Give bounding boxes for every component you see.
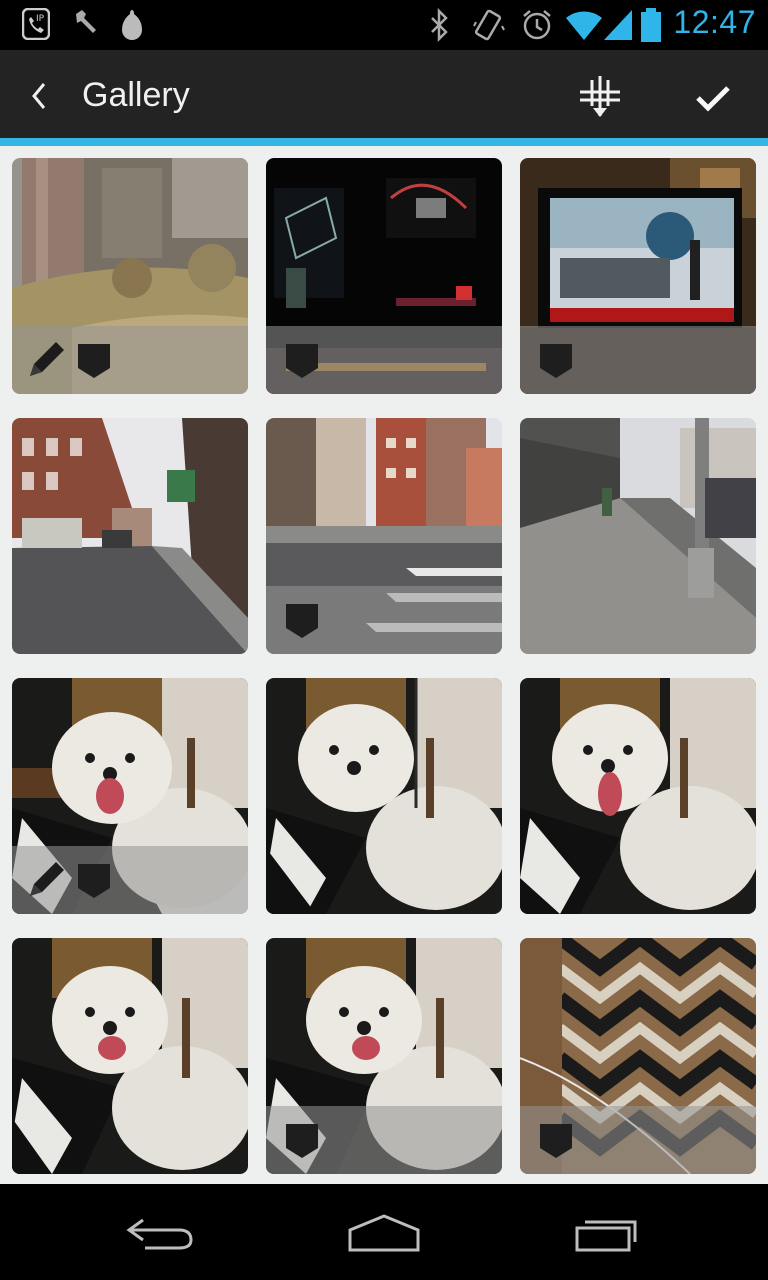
photo-dog bbox=[266, 678, 502, 914]
wrench-icon bbox=[76, 10, 96, 33]
photo-overlay-bar bbox=[266, 1106, 502, 1174]
tag-icon bbox=[78, 344, 110, 378]
photo-thumbnail-9[interactable] bbox=[520, 678, 756, 914]
tag-icon bbox=[286, 344, 318, 378]
photo-overlay-bar bbox=[520, 326, 756, 394]
clock: 12:47 bbox=[673, 4, 756, 40]
photo-sidewalk bbox=[520, 418, 756, 654]
wifi-icon bbox=[566, 11, 602, 40]
photo-thumbnail-5[interactable] bbox=[266, 418, 502, 654]
pear-icon bbox=[122, 10, 142, 40]
photo-thumbnail-12[interactable] bbox=[520, 938, 756, 1174]
photo-overlay-bar bbox=[520, 1106, 756, 1174]
nav-recent-apps-button[interactable] bbox=[565, 1208, 655, 1258]
photo-thumbnail-1[interactable] bbox=[12, 158, 248, 394]
vibrate-icon bbox=[473, 9, 505, 41]
svg-text:IP: IP bbox=[36, 14, 45, 24]
action-bar-accent-line bbox=[0, 138, 768, 146]
photo-thumbnail-10[interactable] bbox=[12, 938, 248, 1174]
gallery-screen: IP 12:47 Gallery bbox=[0, 0, 768, 1280]
page-title: Gallery bbox=[82, 76, 190, 114]
tag-icon bbox=[286, 604, 318, 638]
signal-icon bbox=[604, 10, 632, 40]
photo-thumbnail-2[interactable] bbox=[266, 158, 502, 394]
back-nav-icon bbox=[126, 1218, 193, 1250]
voip-icon: IP bbox=[22, 8, 50, 40]
photo-thumbnail-11[interactable] bbox=[266, 938, 502, 1174]
photo-thumbnail-4[interactable] bbox=[12, 418, 248, 654]
photo-overlay-bar bbox=[266, 326, 502, 394]
sort-button[interactable] bbox=[570, 70, 630, 126]
tag-icon bbox=[540, 1124, 572, 1158]
photo-thumbnail-8[interactable] bbox=[266, 678, 502, 914]
recent-apps-icon bbox=[575, 1220, 637, 1252]
sort-icon bbox=[580, 76, 620, 117]
edit-pencil-icon bbox=[30, 862, 64, 896]
edit-pencil-icon bbox=[30, 342, 64, 376]
photo-dog bbox=[12, 938, 248, 1174]
tag-icon bbox=[540, 344, 572, 378]
photo-grid bbox=[0, 146, 768, 1184]
nav-back-button[interactable] bbox=[115, 1208, 205, 1258]
done-button[interactable] bbox=[684, 70, 740, 126]
tag-icon bbox=[286, 1124, 318, 1158]
status-bar: IP 12:47 bbox=[0, 0, 768, 50]
tag-icon bbox=[78, 864, 110, 898]
nav-home-button[interactable] bbox=[340, 1208, 430, 1258]
photo-thumbnail-6[interactable] bbox=[520, 418, 756, 654]
alarm-icon bbox=[523, 10, 551, 40]
photo-dog bbox=[520, 678, 756, 914]
photo-city-street bbox=[12, 418, 248, 654]
back-button[interactable] bbox=[18, 66, 66, 126]
home-nav-icon bbox=[348, 1214, 420, 1252]
bluetooth-icon bbox=[431, 8, 448, 42]
battery-icon bbox=[641, 8, 661, 42]
photo-thumbnail-3[interactable] bbox=[520, 158, 756, 394]
photo-overlay-bar bbox=[12, 846, 248, 914]
chevron-left-icon bbox=[32, 83, 46, 109]
photo-thumbnail-7[interactable] bbox=[12, 678, 248, 914]
photo-overlay-bar bbox=[12, 326, 248, 394]
photo-overlay-bar bbox=[266, 586, 502, 654]
checkmark-icon bbox=[696, 86, 730, 112]
